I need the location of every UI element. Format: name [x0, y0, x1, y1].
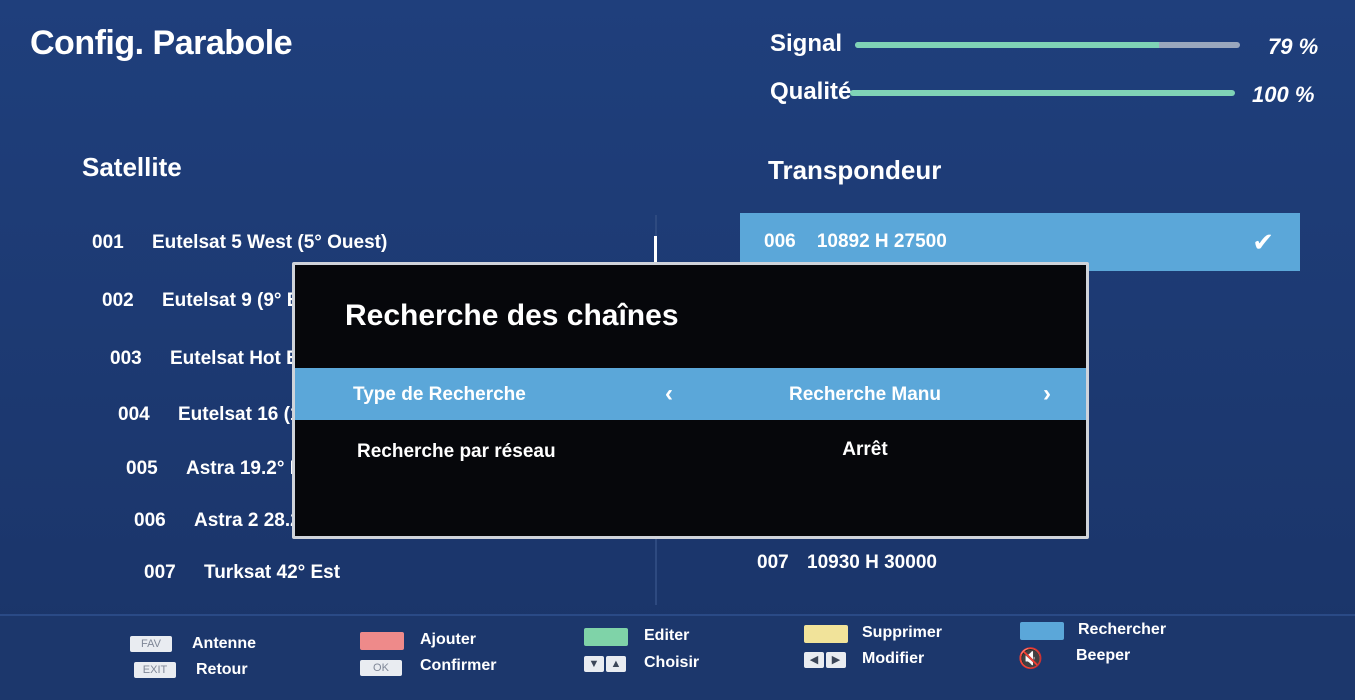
satellite-header: Satellite — [82, 152, 182, 182]
legend-red-label: Ajouter — [420, 631, 476, 648]
quality-value: 100 % — [1252, 82, 1315, 107]
signal-label: Signal — [770, 30, 843, 57]
satellite-number: 005 — [126, 458, 158, 479]
legend-fav-label: Antenne — [192, 635, 256, 652]
left-key-icon: ◀ — [804, 652, 824, 668]
exit-key-icon: EXIT — [134, 662, 176, 678]
checkmark-icon: ✔ — [1252, 227, 1274, 257]
dialog-title: Recherche des chaînes — [345, 299, 679, 332]
key-legend-bar: FAV Antenne EXIT Retour Ajouter OK Confi… — [0, 614, 1355, 700]
quality-bar — [850, 90, 1235, 96]
satellite-number: 001 — [92, 232, 124, 253]
network-search-value: Arrêt — [842, 439, 888, 460]
search-type-row[interactable]: Type de Recherche ‹ Recherche Manu › — [295, 368, 1086, 420]
tv-screen: Config. Parabole Signal 79 % Qualité 100… — [0, 0, 1355, 700]
yellow-key-icon — [804, 625, 848, 643]
signal-bar — [855, 42, 1240, 48]
legend-blue-label: Rechercher — [1078, 621, 1167, 638]
ok-key-icon: OK — [360, 660, 402, 676]
up-key-icon: ▲ — [606, 656, 626, 672]
up-down-keys-icon: ▼ ▲ — [584, 656, 626, 672]
legend-exit-label: Retour — [196, 661, 248, 678]
network-search-label: Recherche par réseau — [357, 441, 556, 462]
transponder-selected-text: 006 10892 H 27500 — [764, 231, 947, 252]
red-key-icon — [360, 632, 404, 650]
satellite-number: 007 — [144, 562, 176, 583]
left-right-keys-icon: ◀ ▶ — [804, 652, 846, 668]
network-search-row[interactable]: Recherche par réseau Arrêt — [295, 425, 1086, 477]
satellite-number: 002 — [102, 290, 134, 311]
fav-key-icon: FAV — [130, 636, 172, 652]
transponder-item[interactable]: 007 10930 H 30000 — [757, 552, 937, 574]
transponder-number: 007 — [757, 552, 789, 573]
search-type-label: Type de Recherche — [353, 384, 526, 405]
chevron-right-icon[interactable]: › — [1043, 380, 1051, 408]
satellite-item[interactable]: 001 Eutelsat 5 West (5° Ouest) — [92, 232, 387, 254]
chevron-left-icon[interactable]: ‹ — [665, 380, 673, 408]
signal-bar-fill — [855, 42, 1160, 48]
satellite-item[interactable]: 005 Astra 19.2° Est — [126, 458, 319, 480]
satellite-name: Eutelsat 5 West (5° Ouest) — [152, 232, 388, 253]
transponder-header: Transpondeur — [768, 155, 942, 185]
legend-yellow-label: Supprimer — [862, 624, 943, 641]
right-key-icon: ▶ — [826, 652, 846, 668]
mute-icon: 🔇 — [1018, 648, 1043, 670]
satellite-number: 004 — [118, 404, 150, 425]
transponder-value: 10930 H 30000 — [807, 552, 937, 573]
blue-key-icon — [1020, 622, 1064, 640]
green-key-icon — [584, 628, 628, 646]
channel-search-dialog: Recherche des chaînes Type de Recherche … — [292, 262, 1089, 539]
legend-ok-label: Confirmer — [420, 657, 497, 674]
legend-updown-label: Choisir — [644, 654, 700, 671]
quality-bar-fill — [850, 90, 1235, 96]
down-key-icon: ▼ — [584, 656, 604, 672]
satellite-number: 006 — [134, 510, 166, 531]
signal-value: 79 % — [1268, 34, 1319, 59]
legend-leftright-label: Modifier — [862, 650, 925, 667]
satellite-item[interactable]: 007 Turksat 42° Est — [144, 562, 340, 584]
satellite-number: 003 — [110, 348, 142, 369]
quality-label: Qualité — [770, 78, 852, 105]
satellite-item[interactable]: 002 Eutelsat 9 (9° Est) — [102, 290, 323, 312]
scroll-indicator[interactable] — [654, 236, 657, 264]
search-type-value: Recherche Manu — [788, 384, 942, 405]
legend-mute-label: Beeper — [1076, 647, 1131, 664]
page-title: Config. Parabole — [30, 24, 293, 62]
satellite-name: Turksat 42° Est — [204, 562, 341, 583]
legend-green-label: Editer — [644, 627, 690, 644]
